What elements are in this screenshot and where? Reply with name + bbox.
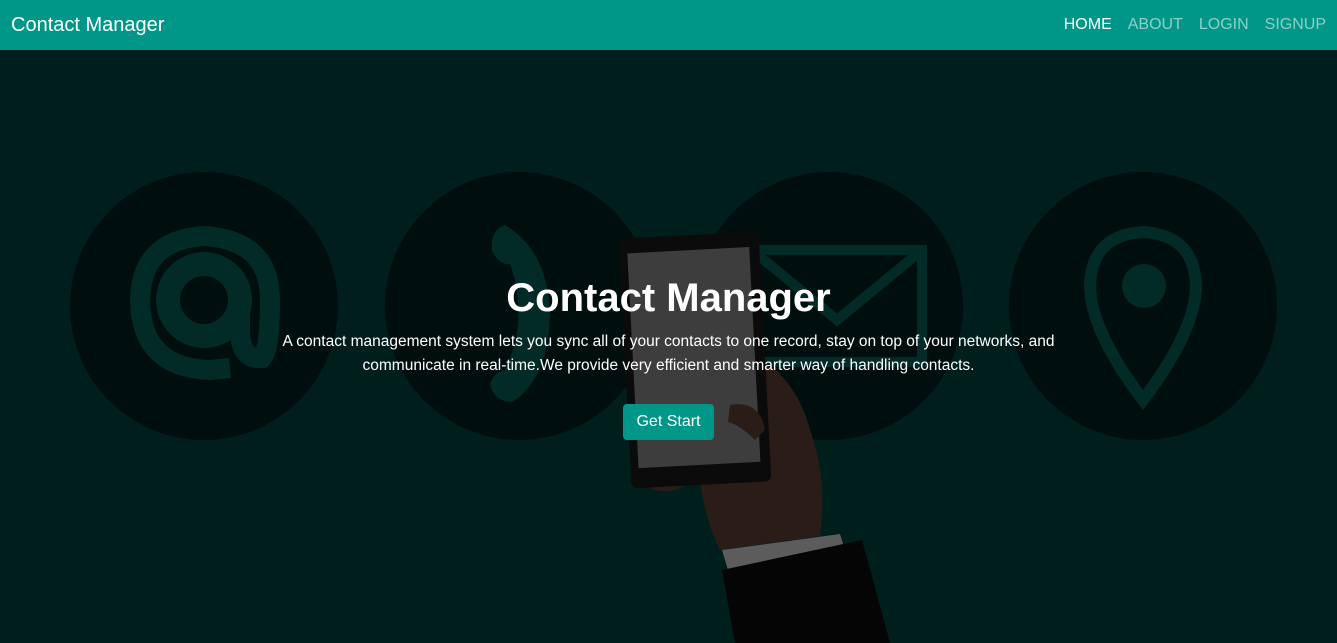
hero-section: Contact Manager A contact management sys… bbox=[0, 50, 1337, 643]
navbar: Contact Manager HOME ABOUT LOGIN SIGNUP bbox=[0, 0, 1337, 50]
hero-title: Contact Manager bbox=[506, 276, 831, 320]
hero-content: Contact Manager A contact management sys… bbox=[0, 274, 1337, 440]
nav-links: HOME ABOUT LOGIN SIGNUP bbox=[1048, 16, 1326, 34]
nav-home-link[interactable]: HOME bbox=[1064, 16, 1112, 34]
nav-about-link[interactable]: ABOUT bbox=[1128, 16, 1183, 34]
nav-login-link[interactable]: LOGIN bbox=[1199, 16, 1249, 34]
get-start-button[interactable]: Get Start bbox=[623, 404, 714, 440]
hero-description: A contact management system lets you syn… bbox=[282, 333, 1055, 374]
brand-link[interactable]: Contact Manager bbox=[11, 14, 164, 37]
nav-signup-link[interactable]: SIGNUP bbox=[1265, 16, 1326, 34]
